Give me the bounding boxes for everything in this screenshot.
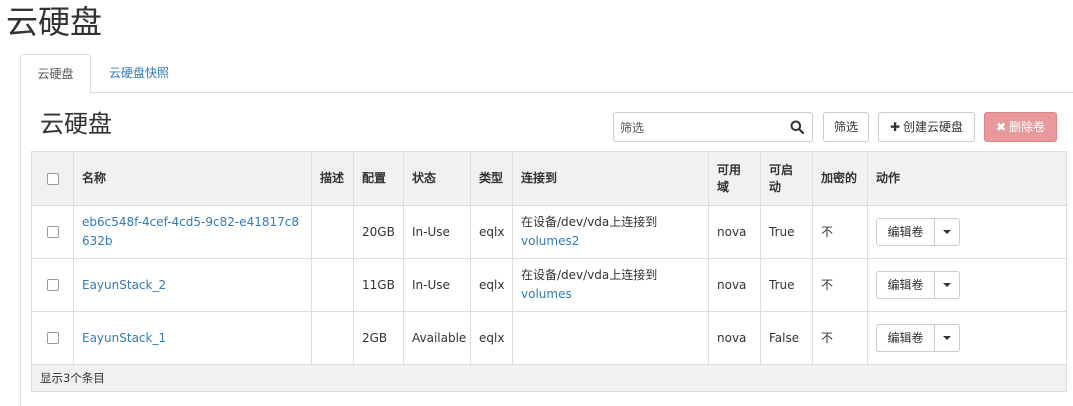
- row-actions: 编辑卷: [867, 311, 1067, 365]
- volume-size: 2GB: [353, 311, 404, 365]
- volume-encrypted: 不: [812, 311, 868, 365]
- action-button-group: 编辑卷: [876, 271, 960, 299]
- volume-attached-to: 在设备/dev/vda上连接到 volumes: [512, 258, 709, 312]
- table-row: EayunStack_2 11GB In-Use eqlx 在设备/dev/vd…: [31, 258, 1067, 312]
- row-checkbox[interactable]: [46, 332, 59, 344]
- volume-zone: nova: [708, 205, 761, 259]
- volume-type: eqlx: [470, 205, 513, 259]
- volume-name-link[interactable]: eb6c548f-4cef-4cd5-9c82-e41817c8632b: [82, 215, 299, 248]
- tab-volume-snapshots[interactable]: 云硬盘快照: [93, 54, 185, 93]
- volume-name-link[interactable]: EayunStack_1: [82, 331, 166, 345]
- more-actions-dropdown[interactable]: [935, 219, 959, 245]
- edit-volume-button[interactable]: 编辑卷: [877, 272, 935, 298]
- attached-instance-link[interactable]: volumes2: [521, 234, 579, 248]
- header-attached-to[interactable]: 连接到: [512, 151, 709, 206]
- select-all-cell: [31, 151, 74, 206]
- volume-status: In-Use: [403, 205, 471, 259]
- more-actions-dropdown[interactable]: [935, 325, 959, 351]
- row-checkbox[interactable]: [46, 226, 59, 238]
- table-header-row: 名称 描述 配置 状态 类型 连接到 可用域 可启动 加密的 动作: [31, 151, 1067, 206]
- create-volume-button[interactable]: ✚ 创建云硬盘: [878, 112, 975, 142]
- filter-input[interactable]: [614, 113, 786, 141]
- volume-bootable: True: [760, 258, 813, 312]
- header-name[interactable]: 名称: [73, 151, 312, 206]
- tab-volumes[interactable]: 云硬盘: [20, 54, 91, 94]
- page-title: 云硬盘: [6, 3, 103, 41]
- row-actions: 编辑卷: [867, 258, 1067, 312]
- volume-attached-to: [512, 311, 709, 365]
- volume-description: [311, 311, 354, 365]
- plus-icon: ✚: [889, 120, 901, 134]
- delete-volumes-button[interactable]: ✖ 删除卷: [984, 112, 1057, 142]
- delete-volumes-label: 删除卷: [1009, 120, 1046, 134]
- row-select-cell: [31, 205, 74, 259]
- volumes-table: 名称 描述 配置 状态 类型 连接到 可用域 可启动 加密的 动作 eb6c54…: [31, 151, 1067, 392]
- more-actions-dropdown[interactable]: [935, 272, 959, 298]
- filter-button[interactable]: 筛选: [823, 112, 869, 142]
- edit-volume-button[interactable]: 编辑卷: [877, 219, 935, 245]
- caret-down-icon: [943, 283, 951, 287]
- table-row: EayunStack_1 2GB Available eqlx nova Fal…: [31, 311, 1067, 365]
- volume-encrypted: 不: [812, 205, 868, 259]
- volume-status: In-Use: [403, 258, 471, 312]
- volume-name-link[interactable]: EayunStack_2: [82, 278, 166, 292]
- volume-bootable: True: [760, 205, 813, 259]
- tab-bar: 云硬盘 云硬盘快照: [20, 54, 1073, 94]
- volume-zone: nova: [708, 258, 761, 312]
- caret-down-icon: [943, 336, 951, 340]
- select-all-checkbox[interactable]: [46, 172, 59, 185]
- row-select-cell: [31, 258, 74, 312]
- row-actions: 编辑卷: [867, 205, 1067, 259]
- volume-status: Available: [403, 311, 471, 365]
- caret-down-icon: [943, 230, 951, 234]
- volume-encrypted: 不: [812, 258, 868, 312]
- edit-volume-button[interactable]: 编辑卷: [877, 325, 935, 351]
- attached-text: 在设备/dev/vda上连接到: [521, 268, 658, 282]
- header-status[interactable]: 状态: [403, 151, 471, 206]
- volume-description: [311, 205, 354, 259]
- attached-instance-link[interactable]: volumes: [521, 287, 572, 301]
- volume-type: eqlx: [470, 258, 513, 312]
- table-footer-row: 显示3个条目: [31, 364, 1067, 392]
- volume-type: eqlx: [470, 311, 513, 365]
- item-count: 显示3个条目: [31, 364, 1067, 392]
- header-size[interactable]: 配置: [353, 151, 404, 206]
- search-icon[interactable]: [790, 120, 804, 134]
- create-volume-label: 创建云硬盘: [903, 120, 964, 134]
- volume-description: [311, 258, 354, 312]
- close-icon: ✖: [995, 120, 1007, 134]
- volume-zone: nova: [708, 311, 761, 365]
- volume-size: 11GB: [353, 258, 404, 312]
- volume-bootable: False: [760, 311, 813, 365]
- header-availability-zone[interactable]: 可用域: [708, 151, 761, 206]
- section-title: 云硬盘: [40, 110, 112, 138]
- volume-attached-to: 在设备/dev/vda上连接到 volumes2: [512, 205, 709, 259]
- header-type[interactable]: 类型: [470, 151, 513, 206]
- header-encrypted[interactable]: 加密的: [812, 151, 868, 206]
- header-bootable[interactable]: 可启动: [760, 151, 813, 206]
- action-button-group: 编辑卷: [876, 218, 960, 246]
- row-select-cell: [31, 311, 74, 365]
- volume-size: 20GB: [353, 205, 404, 259]
- attached-text: 在设备/dev/vda上连接到: [521, 215, 658, 229]
- table-row: eb6c548f-4cef-4cd5-9c82-e41817c8632b 20G…: [31, 205, 1067, 259]
- filter-field[interactable]: [613, 112, 813, 142]
- action-button-group: 编辑卷: [876, 324, 960, 352]
- header-actions: 动作: [867, 151, 1067, 206]
- header-description[interactable]: 描述: [311, 151, 354, 206]
- row-checkbox[interactable]: [46, 279, 59, 291]
